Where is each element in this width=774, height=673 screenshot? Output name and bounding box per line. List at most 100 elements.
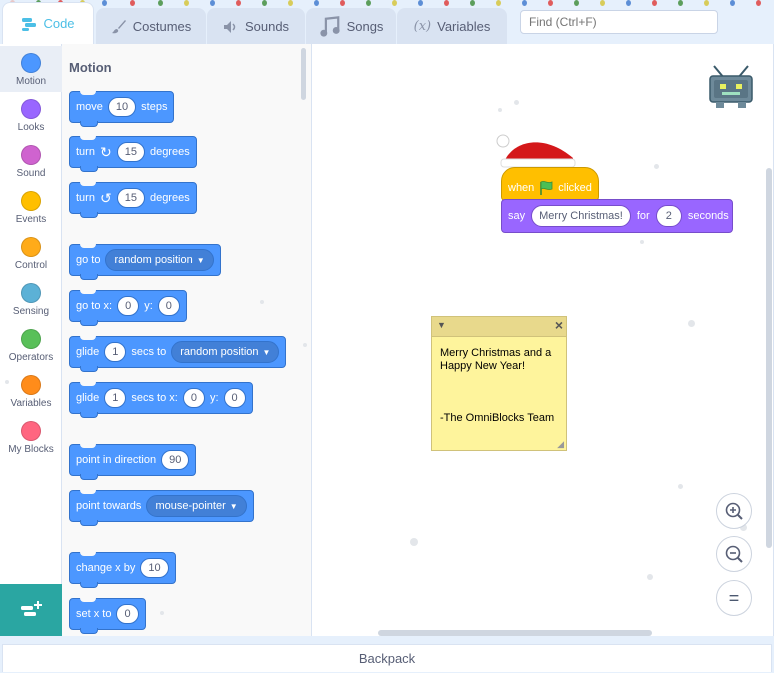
block-number-input[interactable]: 1: [104, 388, 127, 408]
snowflake: [647, 574, 653, 580]
block-turn-right[interactable]: turn ↻ 15 degrees: [69, 136, 197, 172]
tab-songs-label: Songs: [346, 19, 384, 34]
block-text: clicked: [558, 182, 592, 194]
block-text: degrees: [149, 192, 190, 204]
block-text: point in direction: [76, 454, 157, 466]
resize-handle-icon[interactable]: ◢: [557, 439, 564, 450]
tab-costumes[interactable]: Costumes: [96, 8, 206, 44]
block-turn-left[interactable]: turn ↺ 15 degrees: [69, 182, 197, 218]
palette-heading: Motion: [69, 60, 112, 75]
block-text: degrees: [149, 146, 190, 158]
category-control[interactable]: Control: [0, 230, 62, 276]
block-text: set x to: [76, 608, 112, 620]
category-operators[interactable]: Operators: [0, 322, 62, 368]
block-dropdown[interactable]: mouse-pointer ▼: [146, 495, 247, 517]
block-text: glide: [76, 392, 100, 404]
tab-variables[interactable]: (x) Variables: [397, 8, 507, 44]
snowflake: [514, 100, 519, 105]
when-flag-clicked-block[interactable]: when clicked: [501, 167, 599, 201]
zoom-out-button[interactable]: [716, 536, 752, 572]
comment-text[interactable]: Merry Christmas and a Happy New Year! -T…: [432, 337, 566, 435]
block-point-towards[interactable]: point towards mouse-pointer ▼: [69, 490, 254, 526]
say-for-seconds-block[interactable]: say Merry Christmas! for 2 seconds: [501, 199, 733, 233]
category-events[interactable]: Events: [0, 184, 62, 230]
snowflake: [5, 380, 9, 384]
workspace-vertical-scrollbar[interactable]: [766, 168, 772, 548]
block-number-input[interactable]: 0: [117, 296, 140, 316]
tab-sounds-label: Sounds: [244, 19, 290, 34]
block-number-input[interactable]: 1: [104, 342, 127, 362]
comment-header[interactable]: ▼ ×: [432, 317, 566, 337]
block-number-input[interactable]: 10: [107, 97, 137, 117]
green-flag-icon: [540, 181, 553, 195]
block-glide-to-xy[interactable]: glide 1 secs to x: 0 y: 0: [69, 382, 253, 418]
tab-variables-label: Variables: [437, 19, 491, 34]
block-text: turn: [76, 146, 95, 158]
dropdown-value: random position: [180, 346, 259, 358]
workspace-horizontal-scrollbar[interactable]: [378, 630, 652, 636]
snowflake: [303, 343, 307, 347]
add-extension-button[interactable]: [0, 584, 62, 636]
block-text: go to x:: [76, 300, 113, 312]
block-text: steps: [141, 101, 168, 113]
say-seconds-input[interactable]: 2: [655, 205, 682, 227]
snowflake: [260, 300, 264, 304]
category-sensing[interactable]: Sensing: [0, 276, 62, 322]
block-number-input[interactable]: 0: [157, 296, 180, 316]
category-label: Events: [15, 214, 47, 225]
workspace-comment[interactable]: ▼ × Merry Christmas and a Happy New Year…: [431, 316, 567, 451]
equals-icon: =: [728, 587, 740, 608]
snowflake: [654, 164, 659, 169]
block-move-steps[interactable]: move 10 steps: [69, 91, 175, 127]
tab-code[interactable]: Code: [2, 2, 94, 44]
block-text: when: [508, 182, 535, 194]
add-extension-icon: [21, 601, 42, 616]
tab-songs[interactable]: Songs: [306, 8, 396, 44]
block-set-x[interactable]: set x to 0: [69, 598, 146, 634]
tab-sounds[interactable]: Sounds: [207, 8, 305, 44]
say-text-input[interactable]: Merry Christmas!: [531, 205, 631, 227]
dropdown-value: random position: [114, 254, 193, 266]
block-text: move: [76, 101, 103, 113]
rotate-left-icon: ↺: [99, 189, 112, 206]
category-motion[interactable]: Motion: [0, 46, 62, 92]
block-dropdown[interactable]: random position ▼: [105, 249, 214, 271]
zoom-in-button[interactable]: [716, 493, 752, 529]
block-text: y:: [144, 300, 153, 312]
block-text: go to: [76, 254, 101, 266]
search-input[interactable]: [520, 10, 718, 34]
block-number-input[interactable]: 90: [161, 450, 190, 470]
block-go-to[interactable]: go to random position ▼: [69, 244, 221, 280]
block-dropdown[interactable]: random position ▼: [171, 341, 280, 363]
snowflake: [678, 484, 683, 489]
category-my-blocks[interactable]: My Blocks: [0, 414, 62, 460]
block-number-input[interactable]: 10: [140, 558, 169, 578]
sound-category-dot-icon: [21, 145, 41, 165]
category-sound[interactable]: Sound: [0, 138, 62, 184]
zoom-out-icon: [725, 545, 743, 563]
block-glide-to[interactable]: glide 1 secs to random position ▼: [69, 336, 287, 372]
dropdown-value: mouse-pointer: [155, 500, 226, 512]
block-number-input[interactable]: 0: [223, 388, 246, 408]
category-label: My Blocks: [8, 444, 54, 455]
block-number-input[interactable]: 0: [116, 604, 139, 624]
block-text: secs to: [131, 346, 167, 358]
backpack-header[interactable]: Backpack: [2, 644, 772, 672]
block-number-input[interactable]: 15: [116, 188, 145, 208]
close-icon[interactable]: ×: [555, 317, 563, 333]
collapse-arrow-icon[interactable]: ▼: [437, 320, 446, 330]
music-note-icon: [319, 15, 340, 37]
block-point-in-direction[interactable]: point in direction 90: [69, 444, 197, 480]
snowflake: [160, 611, 164, 615]
block-go-to-xy[interactable]: go to x: 0 y: 0: [69, 290, 187, 326]
looks-category-dot-icon: [21, 99, 41, 119]
zoom-reset-button[interactable]: =: [716, 580, 752, 616]
block-text: turn: [76, 192, 95, 204]
category-variables[interactable]: Variables: [0, 368, 62, 414]
block-number-input[interactable]: 0: [182, 388, 205, 408]
santa-hat-icon: [496, 134, 576, 168]
palette-scrollbar[interactable]: [301, 48, 306, 100]
block-change-x[interactable]: change x by 10: [69, 552, 176, 588]
block-number-input[interactable]: 15: [116, 142, 145, 162]
category-looks[interactable]: Looks: [0, 92, 62, 138]
